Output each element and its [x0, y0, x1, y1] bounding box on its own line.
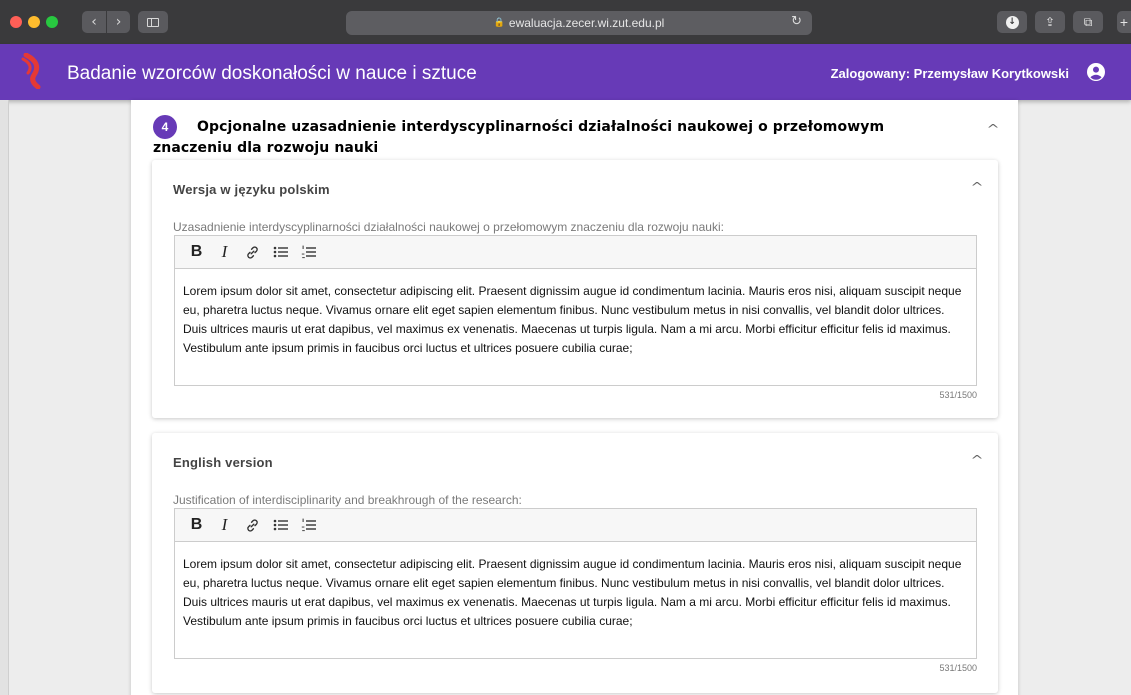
chevron-up-icon[interactable]: ^	[970, 180, 983, 194]
editor-toolbar: B I	[174, 235, 977, 269]
new-tab-icon[interactable]: +	[1117, 11, 1131, 33]
italic-button[interactable]: I	[212, 513, 237, 537]
numbered-list-icon[interactable]	[296, 513, 321, 537]
link-icon[interactable]	[240, 513, 265, 537]
download-icon: ↓	[1005, 15, 1019, 29]
chevron-up-icon[interactable]: ^	[986, 122, 999, 136]
share-icon[interactable]: ⇪	[1035, 11, 1065, 33]
panel-title-polish[interactable]: Wersja w języku polskim	[173, 182, 330, 197]
url-text: ewaluacja.zecer.wi.zut.edu.pl	[508, 16, 665, 30]
logo-icon	[21, 53, 41, 89]
download-button[interactable]: ↓	[997, 11, 1027, 33]
chevron-up-icon[interactable]: ^	[970, 453, 983, 467]
logged-in-user: Zalogowany: Przemysław Korytkowski	[830, 66, 1069, 81]
tabs-icon[interactable]: ⧉	[1073, 11, 1103, 33]
page-left-edge	[0, 100, 9, 695]
character-counter: 531/1500	[939, 390, 977, 400]
bulleted-list-icon[interactable]	[268, 240, 293, 264]
link-icon[interactable]	[240, 240, 265, 264]
section-card: Opcjonalne uzasadnienie interdyscyplinar…	[131, 100, 1018, 695]
bulleted-list-icon[interactable]	[268, 513, 293, 537]
address-bar[interactable]: 🔒 ewaluacja.zecer.wi.zut.edu.pl ↻	[346, 11, 812, 35]
panel-title-english[interactable]: English version	[173, 455, 273, 470]
bold-button[interactable]: B	[184, 240, 209, 264]
step-number-badge: 4	[153, 115, 177, 139]
italic-button[interactable]: I	[212, 240, 237, 264]
numbered-list-icon[interactable]	[296, 240, 321, 264]
english-version-panel: English version ^ Justification of inter…	[152, 433, 998, 693]
polish-version-panel: Wersja w języku polskim ^ Uzasadnienie i…	[152, 160, 998, 418]
close-window-button[interactable]	[10, 16, 22, 28]
editor-toolbar: B I	[174, 508, 977, 542]
section-title: Opcjonalne uzasadnienie interdyscyplinar…	[153, 119, 885, 156]
rich-text-editor-polish[interactable]: Lorem ipsum dolor sit amet, consectetur …	[174, 269, 977, 386]
field-label-english: Justification of interdisciplinarity and…	[173, 493, 522, 507]
account-icon[interactable]	[1087, 63, 1105, 81]
history-navigation: ‹ ›	[82, 11, 130, 33]
zoom-window-button[interactable]	[46, 16, 58, 28]
app-title: Badanie wzorców doskonałości w nauce i s…	[67, 63, 477, 84]
field-label-polish: Uzasadnienie interdyscyplinarności dział…	[173, 220, 724, 234]
sidebar-icon[interactable]	[138, 11, 168, 33]
rich-text-editor-english[interactable]: Lorem ipsum dolor sit amet, consectetur …	[174, 542, 977, 659]
back-icon[interactable]: ‹	[82, 11, 106, 33]
app-bar: Badanie wzorców doskonałości w nauce i s…	[0, 44, 1131, 100]
lock-icon: 🔒	[493, 18, 505, 28]
reload-icon[interactable]: ↻	[791, 14, 802, 29]
bold-button[interactable]: B	[184, 513, 209, 537]
character-counter: 531/1500	[939, 663, 977, 673]
minimize-window-button[interactable]	[28, 16, 40, 28]
forward-icon[interactable]: ›	[106, 11, 130, 33]
sidebar-glyph	[147, 17, 159, 27]
browser-toolbar: ‹ › 🔒 ewaluacja.zecer.wi.zut.edu.pl ↻ ↓ …	[0, 0, 1131, 44]
